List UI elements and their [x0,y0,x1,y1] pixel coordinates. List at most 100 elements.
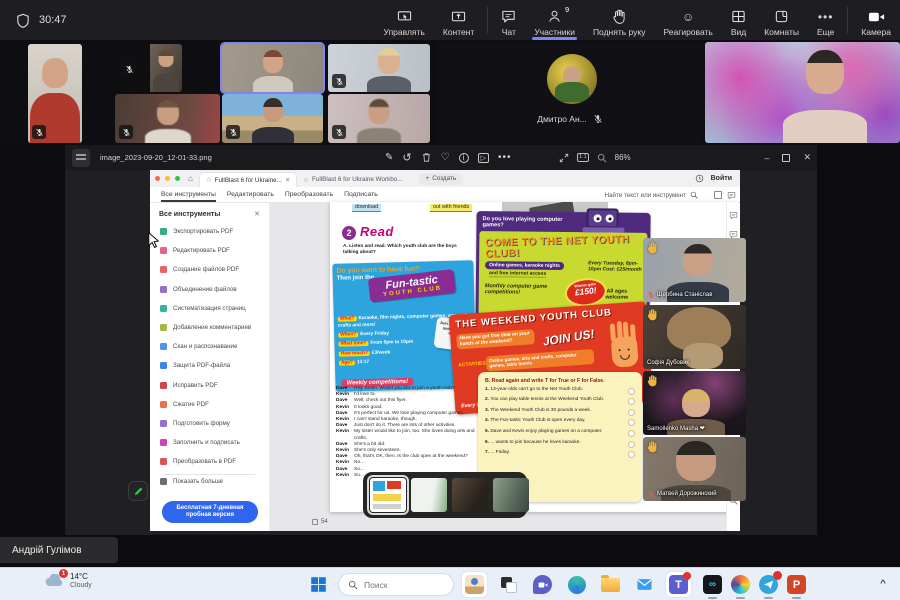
rooms-button[interactable]: Комнаты [755,9,808,37]
photos-icon[interactable] [728,572,753,597]
more-options-icon[interactable]: ••• [498,152,512,163]
tool-item[interactable]: Объединение файлов [150,280,269,299]
menu-all-tools[interactable]: Все инструменты [161,191,216,198]
tool-item[interactable]: Редактировать PDF [150,241,269,260]
powerpoint-icon[interactable]: P [784,572,809,597]
slideshow-icon[interactable]: ▷ [478,153,489,163]
tool-item[interactable]: Исправить PDF [150,376,269,395]
filmstrip-thumb[interactable] [493,478,529,512]
video-tile[interactable] [115,94,220,143]
person-body [357,128,401,143]
task-view-icon[interactable] [496,572,521,597]
tool-item[interactable]: Заполнить и подписать [150,433,269,452]
maximize-button[interactable] [782,154,790,162]
telegram-icon[interactable] [756,572,781,597]
audio-participant-tile[interactable]: Дмитро Ан... [437,42,703,143]
video-tile[interactable] [705,42,900,143]
taskbar-chevron-icon[interactable]: ^ [880,579,886,588]
menu-convert[interactable]: Преобразовать [285,191,333,198]
desk-app-icon[interactable] [462,572,487,597]
mail-icon[interactable] [632,572,657,597]
new-tab-button[interactable]: + Создать [419,173,464,185]
free-trial-button[interactable]: Бесплатная 7-дневная пробная версия [162,501,258,523]
menu-sign[interactable]: Подписать [344,191,378,198]
minimize-button[interactable]: – [764,153,769,163]
info-icon[interactable]: i [459,153,469,163]
tool-item[interactable]: Экспортировать PDF [150,222,269,241]
question-item: 13-year-olds can't go to the Net Youth C… [485,387,635,395]
person-figure [150,48,182,92]
favorite-icon[interactable]: ♡ [441,152,450,163]
raise-hand-button[interactable]: Поднять руку [584,9,655,37]
page-panel-icon[interactable] [714,191,722,199]
active-speaker-tile[interactable] [222,44,323,92]
video-tile[interactable] [328,44,430,92]
overlay-video-tile[interactable]: Софія Дубовик [643,305,746,369]
rotate-icon[interactable]: ↺ [402,151,411,164]
filmstrip-thumb[interactable] [411,478,447,512]
tab-fullblast-workbook[interactable]: ☆ FullBlast 6 for Ukraine Workbo... [297,172,408,187]
filmstrip-thumb-selected[interactable] [370,478,406,512]
comment-icon[interactable] [729,211,738,220]
ai-assistant-icon[interactable] [727,191,736,200]
question-text: 13-year-olds can't go to the Net Youth C… [485,387,628,393]
zoom-in-icon[interactable] [598,154,606,162]
video-tile[interactable] [222,94,323,143]
overlay-video-tile[interactable]: Щербина Станіслав [643,238,746,302]
search-input[interactable] [364,580,444,590]
tool-item[interactable]: Подготовить форму [150,414,269,433]
filmstrip-thumb[interactable] [452,478,488,512]
file-explorer-icon[interactable] [598,572,623,597]
chat-app-icon[interactable] [530,572,555,597]
chat-button[interactable]: Чат [492,9,525,37]
question-text: ... wants to join because he loves karao… [485,440,628,446]
annotation-pencil-badge[interactable] [128,481,148,501]
video-tile[interactable] [328,94,430,143]
menu-edit[interactable]: Редактировать [227,191,274,198]
content-share-button[interactable]: Контент [434,9,484,37]
edge-icon[interactable] [564,572,589,597]
video-tile[interactable] [118,44,182,92]
tool-item[interactable]: Добавление комментариев [150,318,269,337]
history-icon[interactable] [695,174,704,183]
tab-close-icon[interactable]: ✕ [285,177,290,184]
tool-item[interactable]: Защита PDF-файла [150,356,269,375]
close-panel-icon[interactable]: ✕ [254,210,260,218]
video-tile[interactable] [28,44,82,143]
delete-icon[interactable] [421,152,432,163]
view-button[interactable]: Вид [722,9,755,37]
photos-app-icon[interactable] [72,149,90,167]
question-text: You can play table tennis at the Weekend… [485,397,628,403]
sign-in-button[interactable]: Войти [711,175,732,182]
acrobat-search[interactable]: Найти текст или инструмент [605,187,698,203]
smile [620,354,630,360]
folder-tab [601,575,609,579]
tool-item[interactable]: Сжатие PDF [150,395,269,414]
close-button[interactable]: ✕ [803,152,811,163]
clipchamp-icon[interactable]: ∞ [700,572,725,597]
zoom-out-icon[interactable] [597,153,607,163]
more-button[interactable]: ••• Еще [808,11,843,37]
tool-item[interactable]: Преобразовать в PDF [150,452,269,471]
participants-button[interactable]: 9 Участники [525,9,584,37]
manage-button[interactable]: Управлять [375,9,434,37]
react-button[interactable]: ☺ Реагировать [654,11,721,37]
actual-size-icon[interactable]: 1:1 [577,153,589,162]
tool-item[interactable]: Скан и распознавание [150,337,269,356]
overlay-video-tile[interactable]: Samoilenko Masha ❤ [643,371,746,435]
tool-item[interactable]: Систематизация страниц [150,299,269,318]
zoom-level: 86% [615,153,631,162]
taskbar-search[interactable] [338,573,454,596]
avatar [547,54,597,104]
home-icon[interactable]: ⌂ [188,174,193,183]
overlay-video-tile[interactable]: Матвей Дорожинский [643,437,746,501]
weather-widget[interactable]: 1 14°C Cloudy [44,572,92,590]
teams-icon[interactable]: T [666,572,691,597]
edit-icon[interactable]: ✎ [385,152,393,163]
start-button[interactable] [306,572,331,597]
fullscreen-icon[interactable] [559,153,569,163]
tool-item[interactable]: Создание файлов PDF [150,260,269,279]
tab-fullblast-student[interactable]: ☆ FullBlast 6 for Ukraine... ✕ [199,172,297,187]
camera-button[interactable]: Камера [852,10,900,37]
person-figure [222,50,323,92]
